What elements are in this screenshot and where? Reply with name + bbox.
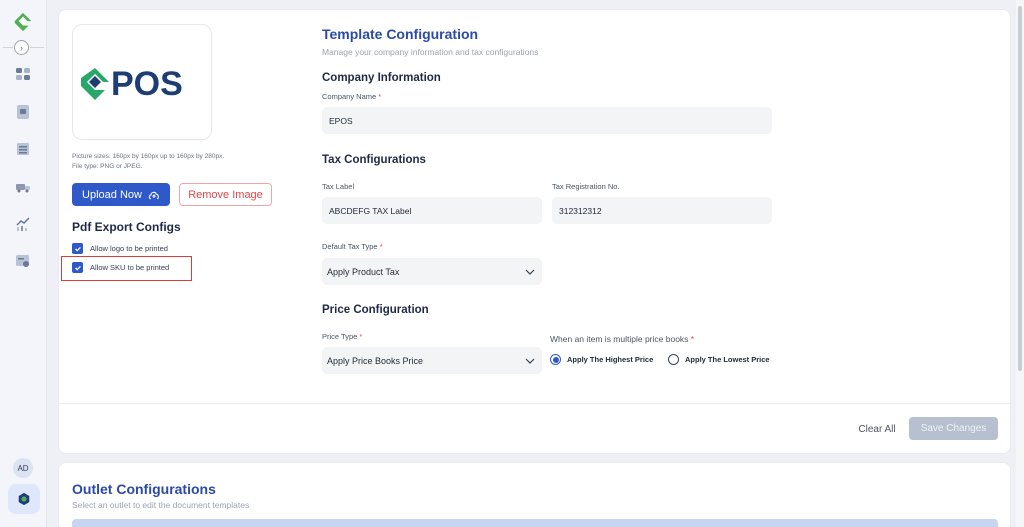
company-name-input[interactable]: EPOS <box>322 107 772 134</box>
price-type-label-text: Price Type <box>322 332 358 341</box>
company-name-label-text: Company Name <box>322 92 377 101</box>
tax-registration-label: Tax Registration No. <box>552 182 620 191</box>
cloud-upload-icon <box>148 191 159 199</box>
template-configuration-card: POS Picture sizes: 160px by 160px up to … <box>58 9 1011 454</box>
template-configuration-title: Template Configuration <box>322 26 479 42</box>
allow-logo-checkbox[interactable] <box>72 243 83 254</box>
company-logo-preview: POS <box>72 24 212 140</box>
outlet-configurations-title: Outlet Configurations <box>72 481 216 497</box>
save-changes-button[interactable]: Save Changes <box>909 417 998 440</box>
document-icon[interactable] <box>15 104 31 120</box>
sidebar-divider-left <box>3 47 13 48</box>
price-type-label: Price Type * <box>322 332 362 341</box>
chevron-down-icon <box>525 358 535 364</box>
upload-now-button[interactable]: Upload Now <box>72 183 170 206</box>
radio-lowest-price-row[interactable]: Apply The Lowest Price <box>668 354 770 365</box>
highlight-box <box>61 256 192 281</box>
active-app-button[interactable] <box>8 484 40 514</box>
default-tax-type-label-text: Default Tax Type <box>322 242 378 251</box>
remove-image-button[interactable]: Remove Image <box>179 183 272 206</box>
sidebar-divider-right <box>30 47 44 48</box>
radio-lowest-price-label: Apply The Lowest Price <box>685 355 770 364</box>
collapse-sidebar-button[interactable]: › <box>14 40 29 55</box>
logo-text: POS <box>111 65 183 102</box>
outlet-list-header <box>72 519 998 527</box>
company-name-label: Company Name * <box>322 92 381 101</box>
clear-all-button[interactable]: Clear All <box>852 418 902 440</box>
chevron-down-icon <box>525 269 535 275</box>
price-type-value: Apply Price Books Price <box>327 355 424 366</box>
check-icon <box>74 246 81 252</box>
tax-configurations-title: Tax Configurations <box>322 154 426 166</box>
pdf-export-configs-title: Pdf Export Configs <box>72 220 181 234</box>
default-tax-type-select[interactable]: Apply Product Tax <box>322 258 542 285</box>
company-information-title: Company Information <box>322 72 441 84</box>
required-mark: * <box>690 334 695 344</box>
avatar[interactable]: AD <box>13 458 33 478</box>
radio-lowest-price[interactable] <box>668 354 679 365</box>
radio-highest-price-label: Apply The Highest Price <box>567 355 654 364</box>
footer-divider <box>59 403 1010 404</box>
outlet-configurations-card: Outlet Configurations Select an outlet t… <box>58 462 1011 527</box>
hexagon-app-icon <box>18 492 30 506</box>
tax-registration-input[interactable]: 312312312 <box>552 197 772 224</box>
required-mark: * <box>378 92 382 101</box>
epos-logo-icon[interactable] <box>12 11 34 33</box>
page-scrollbar-thumb[interactable] <box>1018 6 1022 371</box>
report-icon[interactable] <box>15 253 31 269</box>
template-configuration-subtitle: Manage your company information and tax … <box>322 47 539 57</box>
multiple-price-books-label-text: When an item is multiple price books <box>550 334 689 344</box>
radio-highest-price[interactable] <box>550 354 561 365</box>
picture-size-hint: Picture sizes: 160px by 160px up to 160p… <box>72 152 272 172</box>
default-tax-type-value: Apply Product Tax <box>327 266 400 277</box>
radio-highest-price-row[interactable]: Apply The Highest Price <box>550 354 653 365</box>
upload-now-label: Upload Now <box>82 188 142 201</box>
picture-size-hint-line: Picture sizes: 160px by 160px up to 160p… <box>72 153 225 160</box>
price-type-select[interactable]: Apply Price Books Price <box>322 347 542 374</box>
sidebar: › AD <box>0 0 47 527</box>
allow-logo-checkbox-row[interactable]: Allow logo to be printed <box>72 243 168 254</box>
truck-icon[interactable] <box>15 179 31 195</box>
required-mark: * <box>359 332 363 341</box>
default-tax-type-label: Default Tax Type * <box>322 242 383 251</box>
tax-label-input[interactable]: ABCDEFG TAX Label <box>322 197 542 224</box>
chevron-right-icon: › <box>20 42 23 53</box>
epos-logo-image: POS <box>81 65 183 102</box>
price-configuration-title: Price Configuration <box>322 304 429 316</box>
chart-icon[interactable] <box>15 216 31 232</box>
list-icon[interactable] <box>15 141 31 157</box>
file-type-hint-line: File type: PNG or JPEG. <box>72 163 143 170</box>
outlet-configurations-subtitle: Select an outlet to edit the document te… <box>72 500 250 510</box>
dashboard-icon[interactable] <box>15 66 31 82</box>
tax-label-label: Tax Label <box>322 182 355 191</box>
allow-logo-label: Allow logo to be printed <box>90 244 168 253</box>
required-mark: * <box>379 242 383 251</box>
multiple-price-books-label: When an item is multiple price books * <box>550 334 694 344</box>
